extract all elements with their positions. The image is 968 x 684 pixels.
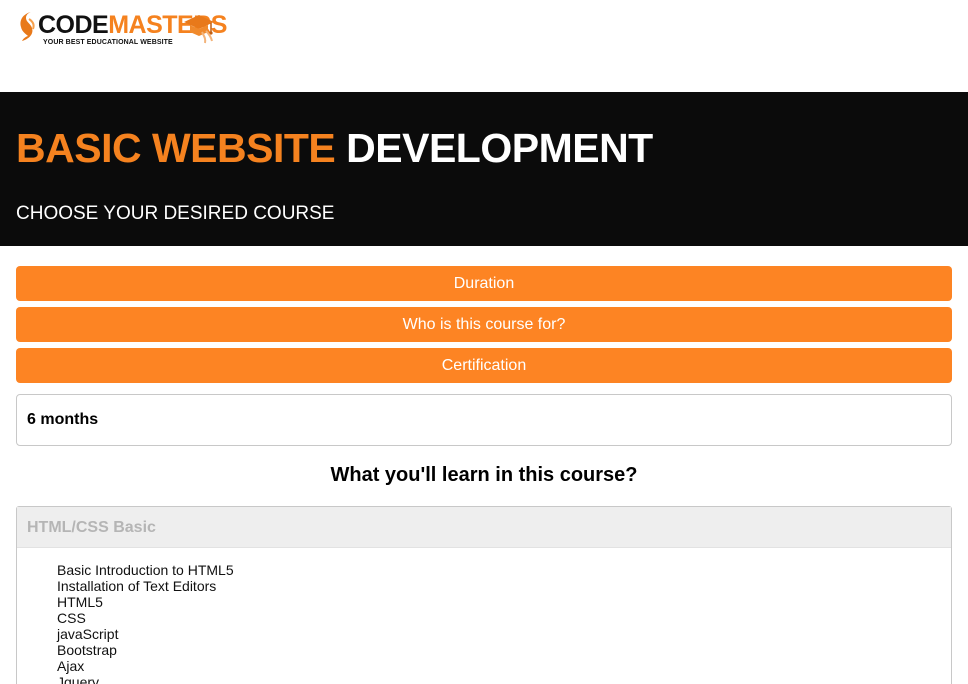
duration-value: 6 months: [27, 411, 99, 428]
topic-list: Basic Introduction to HTML5 Installation…: [57, 562, 234, 684]
graduation-cap-icon: [184, 15, 214, 44]
audience-button[interactable]: Who is this course for?: [16, 307, 952, 342]
top-bar: CODEMASTERS YOUR BEST EDUCATIONAL WEBSIT…: [0, 0, 968, 92]
page: CODEMASTERS YOUR BEST EDUCATIONAL WEBSIT…: [0, 0, 968, 684]
title-rest: DEVELOPMENT: [346, 125, 653, 171]
list-item: Installation of Text Editors: [57, 578, 217, 594]
page-title: BASIC WEBSITE DEVELOPMENT: [16, 125, 653, 172]
module-card-header[interactable]: HTML/CSS Basic: [17, 507, 951, 548]
course-module-card: HTML/CSS Basic Basic Introduction to HTM…: [16, 506, 952, 684]
duration-panel: 6 months: [16, 394, 952, 446]
list-item: Jquery: [57, 674, 100, 684]
list-item: Ajax: [57, 658, 85, 674]
list-item: javaScript: [57, 626, 119, 642]
list-item: HTML5: [57, 594, 103, 610]
list-item: Basic Introduction to HTML5: [57, 562, 234, 578]
title-highlight: BASIC WEBSITE: [16, 125, 347, 171]
list-item: Bootstrap: [57, 642, 117, 658]
module-title: HTML/CSS Basic: [27, 519, 156, 536]
list-item: CSS: [57, 610, 86, 626]
hero-banner: BASIC WEBSITE DEVELOPMENT CHOOSE YOUR DE…: [0, 92, 968, 246]
accordion-buttons: Duration Who is this course for? Certifi…: [16, 266, 952, 389]
duration-button[interactable]: Duration: [16, 266, 952, 301]
logo-tagline: YOUR BEST EDUCATIONAL WEBSITE: [43, 39, 173, 46]
learn-heading: What you'll learn in this course?: [330, 464, 638, 486]
logo-swirl-icon: [20, 12, 35, 41]
hero-subtitle: CHOOSE YOUR DESIRED COURSE: [16, 203, 335, 224]
certification-button[interactable]: Certification: [16, 348, 952, 383]
